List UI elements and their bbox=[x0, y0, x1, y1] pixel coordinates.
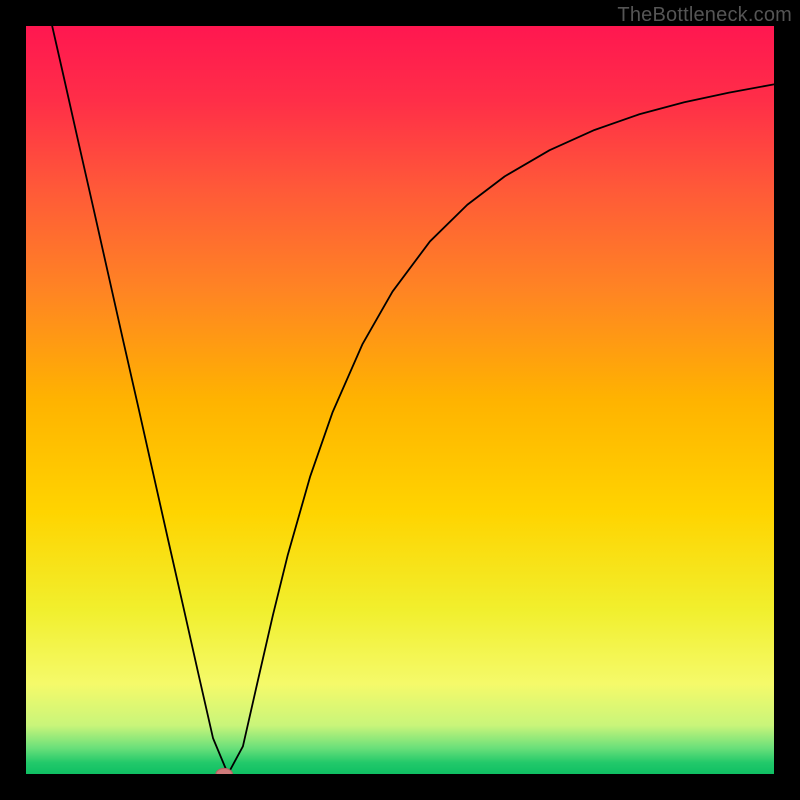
chart-frame: TheBottleneck.com bbox=[0, 0, 800, 800]
bottleneck-chart bbox=[26, 26, 774, 774]
watermark-text: TheBottleneck.com bbox=[617, 4, 792, 27]
plot-background bbox=[26, 26, 774, 774]
